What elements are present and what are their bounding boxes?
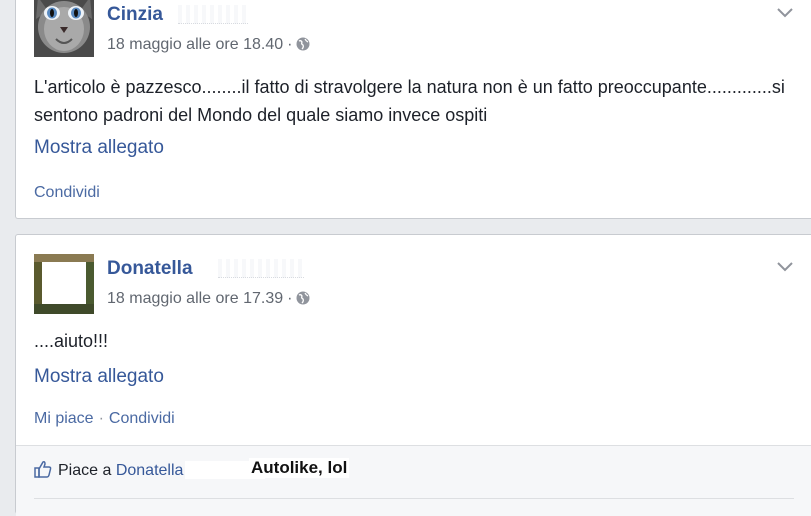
chevron-down-icon[interactable] <box>777 259 793 272</box>
separator: · <box>287 290 293 307</box>
post-actions: Mi piace · Condividi <box>34 410 175 428</box>
post-timestamp-row: 18 maggio alle ore 17.39 · <box>107 290 310 308</box>
likes-summary: Piace a Donatella Autolike, lol <box>16 445 811 516</box>
show-attachment-link[interactable]: Mostra allegato <box>34 366 164 388</box>
post-author[interactable]: Donatella <box>107 258 193 280</box>
globe-icon[interactable] <box>296 291 310 305</box>
post-actions: Condividi <box>34 184 100 202</box>
avatar[interactable] <box>34 254 94 314</box>
like-link[interactable]: Mi piace <box>34 410 94 427</box>
post-text: L'articolo è pazzesco........il fatto di… <box>34 77 785 125</box>
overlay-caption: Autolike, lol <box>249 458 350 478</box>
avatar[interactable] <box>34 0 94 57</box>
liker-name-link[interactable]: Donatella <box>116 462 184 479</box>
globe-icon[interactable] <box>296 37 310 51</box>
share-link[interactable]: Condividi <box>109 410 175 427</box>
likes-prefix: Piace a <box>58 462 112 479</box>
redacted-surname <box>218 259 304 278</box>
post-card: Donatella 18 maggio alle ore 17.39 · ....… <box>15 234 811 516</box>
likes-row: Piace a Donatella <box>34 460 266 480</box>
separator: · <box>287 36 293 53</box>
post-timestamp[interactable]: 18 maggio alle ore 18.40 <box>107 36 283 53</box>
post-text: ....aiuto!!! <box>34 331 109 351</box>
show-attachment-link[interactable]: Mostra allegato <box>34 137 164 159</box>
thumbs-up-icon <box>34 460 52 478</box>
post-timestamp[interactable]: 18 maggio alle ore 17.39 <box>107 290 283 307</box>
chevron-down-icon[interactable] <box>777 5 793 18</box>
divider <box>34 498 794 499</box>
post-timestamp-row: 18 maggio alle ore 18.40 · <box>107 36 310 54</box>
post-author[interactable]: Cinzia <box>107 4 163 26</box>
redacted-surname <box>178 5 248 24</box>
separator: · <box>98 410 104 427</box>
post-card: Cinzia 18 maggio alle ore 18.40 · L'artic… <box>15 0 811 219</box>
share-link[interactable]: Condividi <box>34 184 100 201</box>
